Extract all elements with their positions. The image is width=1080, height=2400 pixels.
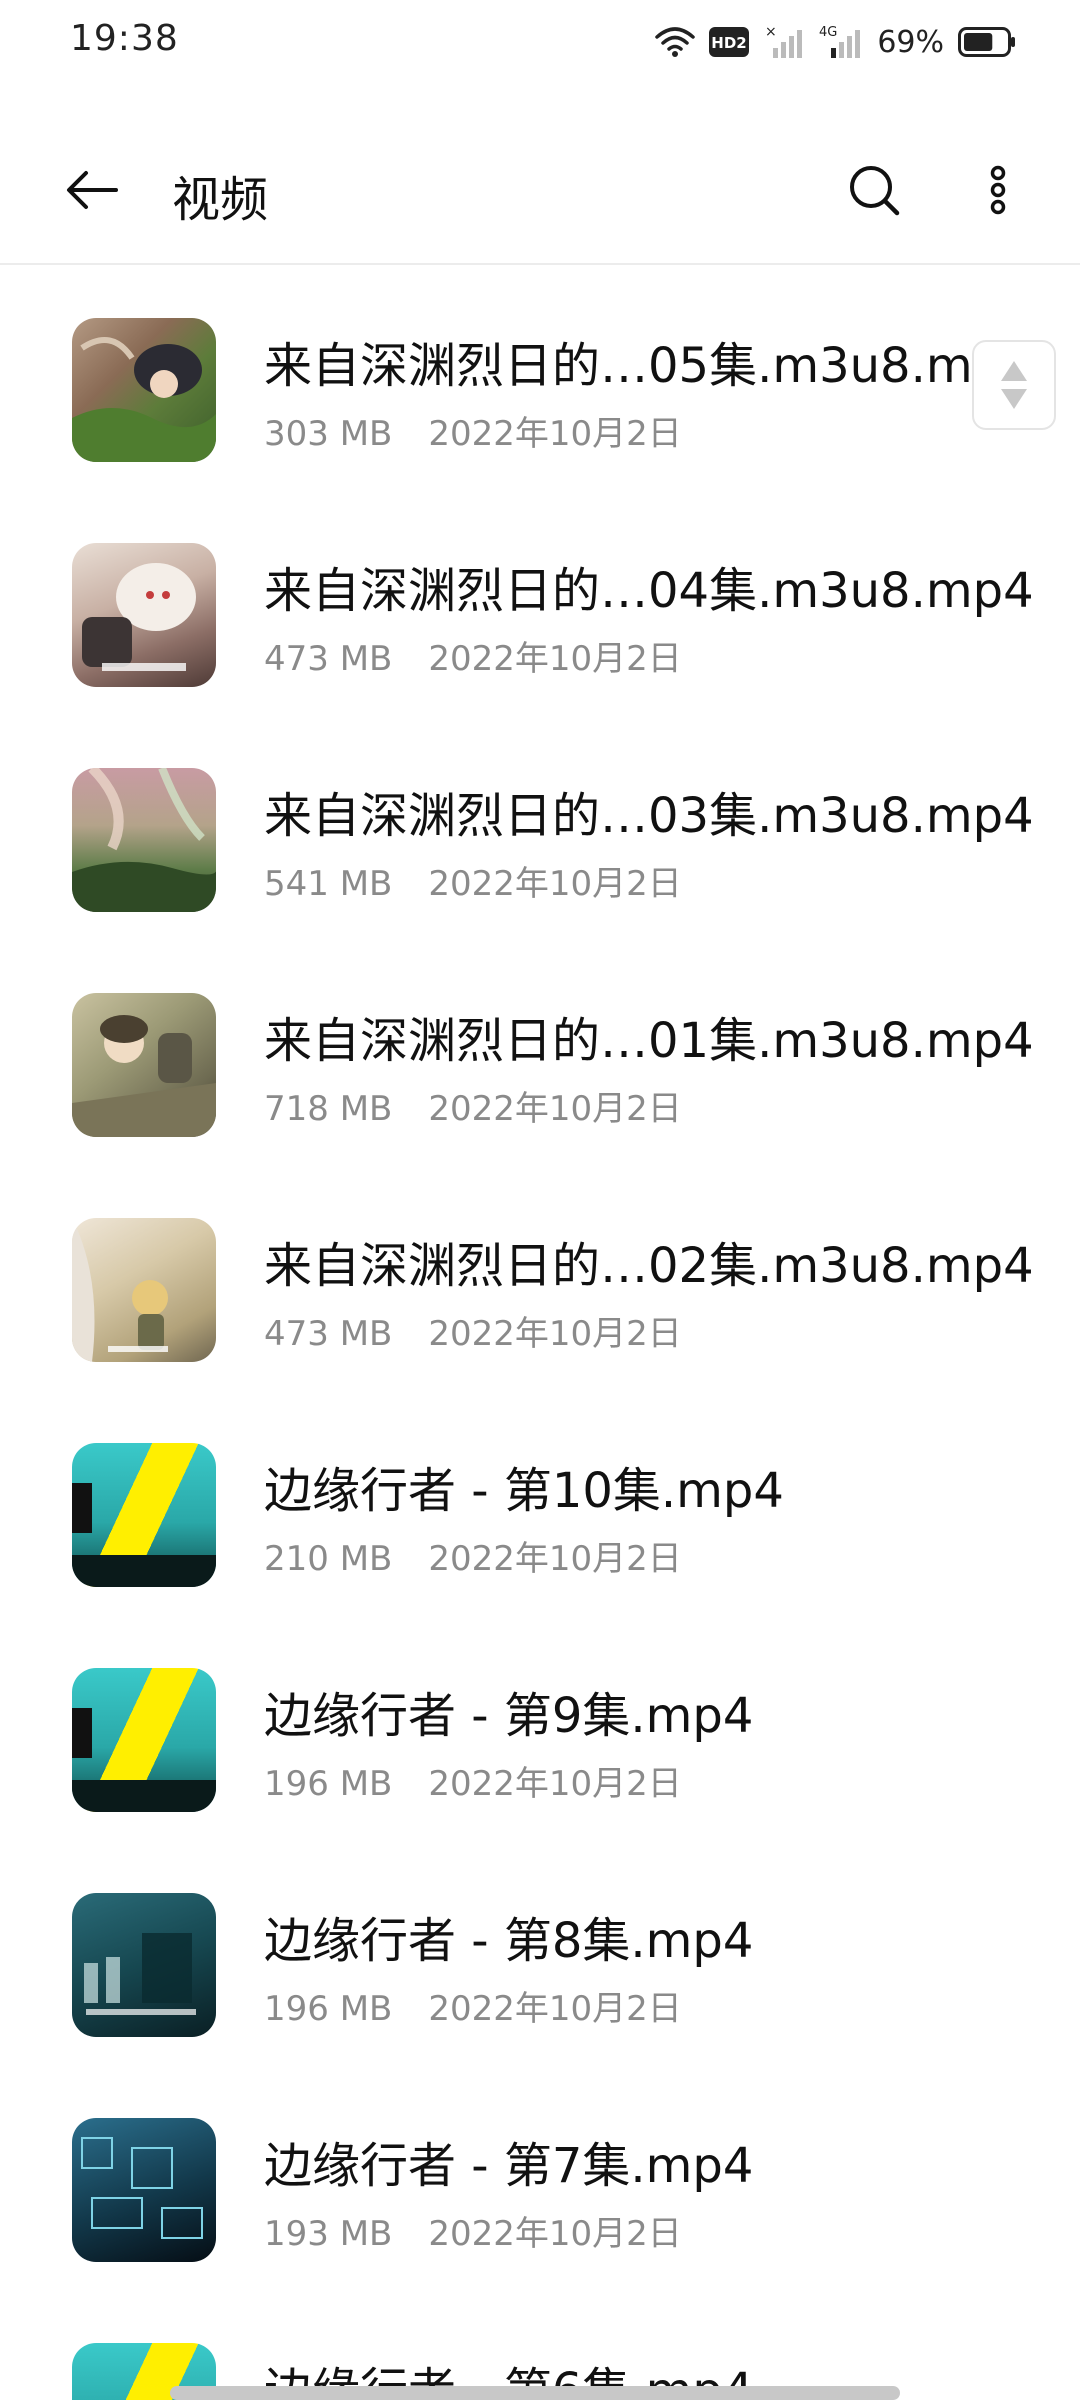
video-size: 196 MB: [264, 1764, 393, 1804]
video-item[interactable]: 边缘行者 - 第8集.mp4 196 MB 2022年10月2日: [0, 1841, 1080, 2066]
video-meta: 196 MB 2022年10月2日: [264, 1981, 682, 2030]
video-date: 2022年10月2日: [428, 1089, 682, 1129]
video-date: 2022年10月2日: [428, 1539, 682, 1579]
home-indicator[interactable]: [170, 2386, 900, 2400]
status-icons: HD2 × 4G 69%: [655, 20, 1016, 64]
page-title: 视频: [172, 172, 269, 228]
status-bar: 19:38 HD2 × 4G 69%: [0, 0, 1080, 84]
video-title: 边缘行者 - 第9集.mp4: [264, 1688, 754, 1744]
video-item[interactable]: 边缘行者 - 第7集.mp4 193 MB 2022年10月2日: [0, 2066, 1080, 2291]
video-size: 193 MB: [264, 2214, 393, 2254]
video-date: 2022年10月2日: [428, 1989, 682, 2029]
video-size: 718 MB: [264, 1089, 393, 1129]
svg-text:×: ×: [765, 24, 777, 40]
hd-icon: HD2: [709, 27, 750, 57]
video-size: 473 MB: [264, 639, 393, 679]
network-type: 4G: [819, 25, 837, 40]
video-item[interactable]: 边缘行者 - 第10集.mp4 210 MB 2022年10月2日: [0, 1391, 1080, 1616]
video-date: 2022年10月2日: [428, 1764, 682, 1804]
video-thumbnail: [72, 1668, 216, 1812]
video-meta: 541 MB 2022年10月2日: [264, 856, 682, 905]
search-button[interactable]: [840, 156, 908, 224]
video-item[interactable]: 来自深渊烈日的…04集.m3u8.mp4 473 MB 2022年10月2日: [0, 491, 1080, 716]
video-meta: 303 MB 2022年10月2日: [264, 406, 682, 455]
video-date: 2022年10月2日: [428, 639, 682, 679]
video-item[interactable]: 来自深渊烈日的…01集.m3u8.mp4 718 MB 2022年10月2日: [0, 941, 1080, 1166]
no-signal-icon: ×: [763, 24, 805, 60]
cellular-signal-icon: 4G: [819, 24, 863, 60]
video-thumbnail: [72, 1893, 216, 2037]
video-size: 210 MB: [264, 1539, 393, 1579]
screen: 19:38 HD2 × 4G 69% 视频 来自深渊烈日的…05集.m3u8.m…: [0, 0, 1080, 2400]
video-size: 541 MB: [264, 864, 393, 904]
video-date: 2022年10月2日: [428, 864, 682, 904]
back-button[interactable]: [60, 158, 124, 222]
video-title: 边缘行者 - 第7集.mp4: [264, 2138, 754, 2194]
video-thumbnail: [72, 993, 216, 1137]
video-meta: 196 MB 2022年10月2日: [264, 1756, 682, 1805]
video-thumbnail: [72, 318, 216, 462]
video-title: 来自深渊烈日的…03集.m3u8.mp4: [264, 788, 1034, 844]
app-bar: 视频: [0, 130, 1080, 250]
video-size: 473 MB: [264, 1314, 393, 1354]
search-icon: [850, 166, 900, 216]
fast-scroll-icon: [1001, 361, 1027, 409]
video-meta: 718 MB 2022年10月2日: [264, 1081, 682, 1130]
video-thumbnail: [72, 2118, 216, 2262]
video-thumbnail: [72, 543, 216, 687]
video-title: 来自深渊烈日的…05集.m3u8.mp4: [264, 338, 1034, 394]
video-thumbnail: [72, 768, 216, 912]
video-item[interactable]: 来自深渊烈日的…03集.m3u8.mp4 541 MB 2022年10月2日: [0, 716, 1080, 941]
arrow-left-icon: [67, 171, 118, 209]
video-date: 2022年10月2日: [428, 414, 682, 454]
video-thumbnail: [72, 1443, 216, 1587]
video-meta: 473 MB 2022年10月2日: [264, 1306, 682, 1355]
video-meta: 473 MB 2022年10月2日: [264, 631, 682, 680]
video-title: 来自深渊烈日的…02集.m3u8.mp4: [264, 1238, 1034, 1294]
video-item[interactable]: 来自深渊烈日的…02集.m3u8.mp4 473 MB 2022年10月2日: [0, 1166, 1080, 1391]
video-title: 来自深渊烈日的…04集.m3u8.mp4: [264, 563, 1034, 619]
video-meta: 210 MB 2022年10月2日: [264, 1531, 682, 1580]
app-bar-divider: [0, 263, 1080, 265]
wifi-icon: [655, 25, 696, 59]
fast-scroll-handle[interactable]: [972, 340, 1056, 430]
video-date: 2022年10月2日: [428, 1314, 682, 1354]
hd-badge-text: HD2: [712, 34, 747, 52]
video-title: 边缘行者 - 第8集.mp4: [264, 1913, 754, 1969]
video-size: 303 MB: [264, 414, 393, 454]
more-vertical-icon: [990, 165, 1006, 215]
battery-percent: 69%: [877, 24, 944, 60]
video-item[interactable]: 边缘行者 - 第9集.mp4 196 MB 2022年10月2日: [0, 1616, 1080, 1841]
video-date: 2022年10月2日: [428, 2214, 682, 2254]
video-list: 来自深渊烈日的…05集.m3u8.mp4 303 MB 2022年10月2日 来自…: [0, 266, 1080, 2400]
video-meta: 193 MB 2022年10月2日: [264, 2206, 682, 2255]
video-item[interactable]: 来自深渊烈日的…05集.m3u8.mp4 303 MB 2022年10月2日: [0, 266, 1080, 491]
video-item[interactable]: 边缘行者 - 第6集.mp4: [0, 2291, 1080, 2400]
battery-icon: [958, 27, 1016, 57]
video-size: 196 MB: [264, 1989, 393, 2029]
video-title: 来自深渊烈日的…01集.m3u8.mp4: [264, 1013, 1034, 1069]
video-thumbnail: [72, 1218, 216, 1362]
video-title: 边缘行者 - 第10集.mp4: [264, 1463, 784, 1519]
status-time: 19:38: [70, 18, 179, 59]
more-options-button[interactable]: [964, 156, 1032, 224]
